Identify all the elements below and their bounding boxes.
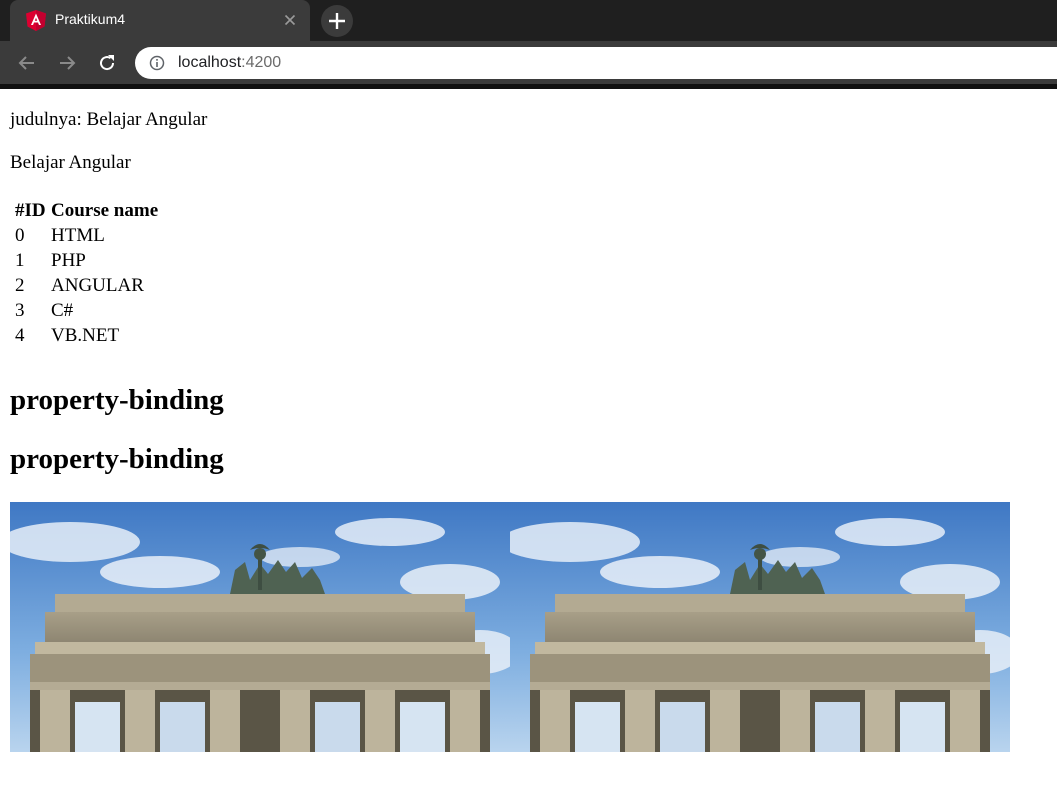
browser-toolbar: localhost:4200 (0, 41, 1057, 84)
course-name: HTML (51, 225, 105, 246)
table-row: 0 HTML (14, 224, 159, 247)
table-header-row: #ID Course name (14, 199, 159, 222)
arrow-left-icon[interactable] (17, 53, 37, 73)
brandenburg-gate-photo (510, 502, 1010, 752)
course-name: VB.NET (51, 325, 120, 346)
url-text: localhost:4200 (178, 54, 281, 72)
table-row: 1 PHP (14, 249, 159, 272)
table-row: 2 ANGULAR (14, 274, 159, 297)
new-tab-button[interactable] (321, 5, 353, 37)
toolbar-divider (0, 84, 1057, 89)
column-header-name: Course name (51, 200, 159, 221)
brandenburg-gate-photo (10, 502, 510, 752)
angular-logo-icon (26, 10, 46, 31)
column-header-id: #ID (15, 200, 46, 221)
course-table: #ID Course name 0 HTML 1 PHP 2 ANGULAR 3… (12, 197, 161, 349)
browser-tab[interactable]: Praktikum4 (10, 0, 310, 41)
address-bar[interactable]: localhost:4200 (135, 47, 1057, 79)
tab-title: Praktikum4 (55, 11, 126, 27)
course-id: 1 (15, 250, 25, 271)
course-id: 3 (15, 300, 25, 321)
table-row: 4 VB.NET (14, 324, 159, 347)
image-row (10, 502, 1010, 752)
course-id: 2 (15, 275, 25, 296)
section-heading: property-binding (10, 384, 224, 416)
title-text: judulnya: Belajar Angular (10, 109, 208, 130)
close-icon[interactable] (282, 12, 298, 28)
course-name: C# (51, 300, 74, 321)
section-heading: property-binding (10, 443, 224, 475)
table-row: 3 C# (14, 299, 159, 322)
info-icon[interactable] (149, 55, 165, 71)
course-name: PHP (51, 250, 86, 271)
subtitle-text: Belajar Angular (10, 152, 131, 173)
url-host: localhost (178, 54, 242, 71)
course-id: 4 (15, 325, 25, 346)
arrow-right-icon[interactable] (57, 53, 77, 73)
course-id: 0 (15, 225, 25, 246)
tab-strip: Praktikum4 (0, 0, 1057, 41)
url-port: :4200 (241, 54, 282, 71)
course-name: ANGULAR (51, 275, 144, 296)
reload-icon[interactable] (97, 53, 117, 73)
plus-icon (329, 13, 345, 29)
